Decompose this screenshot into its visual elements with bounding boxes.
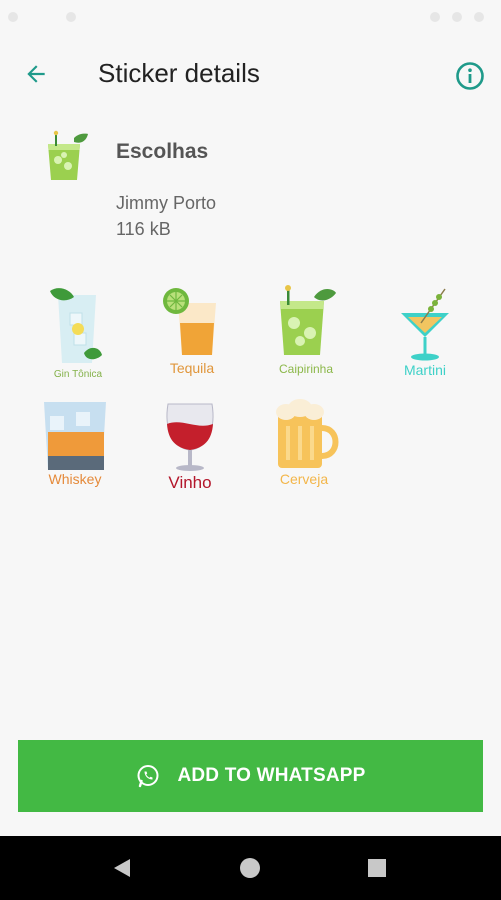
status-icon <box>66 12 76 22</box>
sticker-label: Gin Tônica <box>54 369 103 380</box>
sticker-label: Martini <box>404 362 446 378</box>
sticker-martini[interactable]: Martini <box>375 283 475 383</box>
add-to-whatsapp-button[interactable]: ADD TO WHATSAPP <box>18 740 483 812</box>
back-button[interactable] <box>18 56 54 92</box>
pack-size: 116 kB <box>116 219 171 239</box>
arrow-left-icon <box>27 65 45 83</box>
info-icon <box>456 62 484 90</box>
status-icon <box>430 12 440 22</box>
sticker-caipirinha[interactable]: Caipirinha <box>256 283 356 383</box>
sticker-label: Vinho <box>168 473 211 492</box>
sticker-label: Caipirinha <box>279 362 333 376</box>
nav-home-icon[interactable] <box>238 856 262 880</box>
status-icon <box>8 12 18 22</box>
status-icon <box>474 12 484 22</box>
pack-tray-icon <box>38 130 94 186</box>
whatsapp-icon <box>137 765 159 788</box>
sticker-label: Cerveja <box>280 471 328 487</box>
sticker-gin-tonica[interactable]: Gin Tônica <box>28 283 128 383</box>
add-to-whatsapp-label: ADD TO WHATSAPP <box>177 765 366 786</box>
status-icon <box>452 12 462 22</box>
navigation-bar <box>0 836 501 900</box>
caipirinha-icon <box>48 130 88 180</box>
pack-publisher: Jimmy Porto <box>116 193 217 213</box>
sticker-label: Tequila <box>170 360 215 376</box>
pack-name: Escolhas <box>116 140 209 163</box>
sticker-label: Whiskey <box>49 471 102 487</box>
sticker-whiskey[interactable]: Whiskey <box>28 398 128 498</box>
info-button[interactable] <box>450 56 490 96</box>
nav-recents-icon[interactable] <box>365 856 389 880</box>
sticker-cerveja[interactable]: Cerveja <box>256 398 356 498</box>
sticker-vinho[interactable]: Vinho <box>142 398 242 498</box>
status-bar <box>0 0 501 36</box>
page-title: Sticker details <box>98 58 260 88</box>
nav-back-icon[interactable] <box>110 856 134 880</box>
app-bar: Sticker details <box>0 36 501 112</box>
sticker-tequila[interactable]: Tequila <box>142 283 242 383</box>
